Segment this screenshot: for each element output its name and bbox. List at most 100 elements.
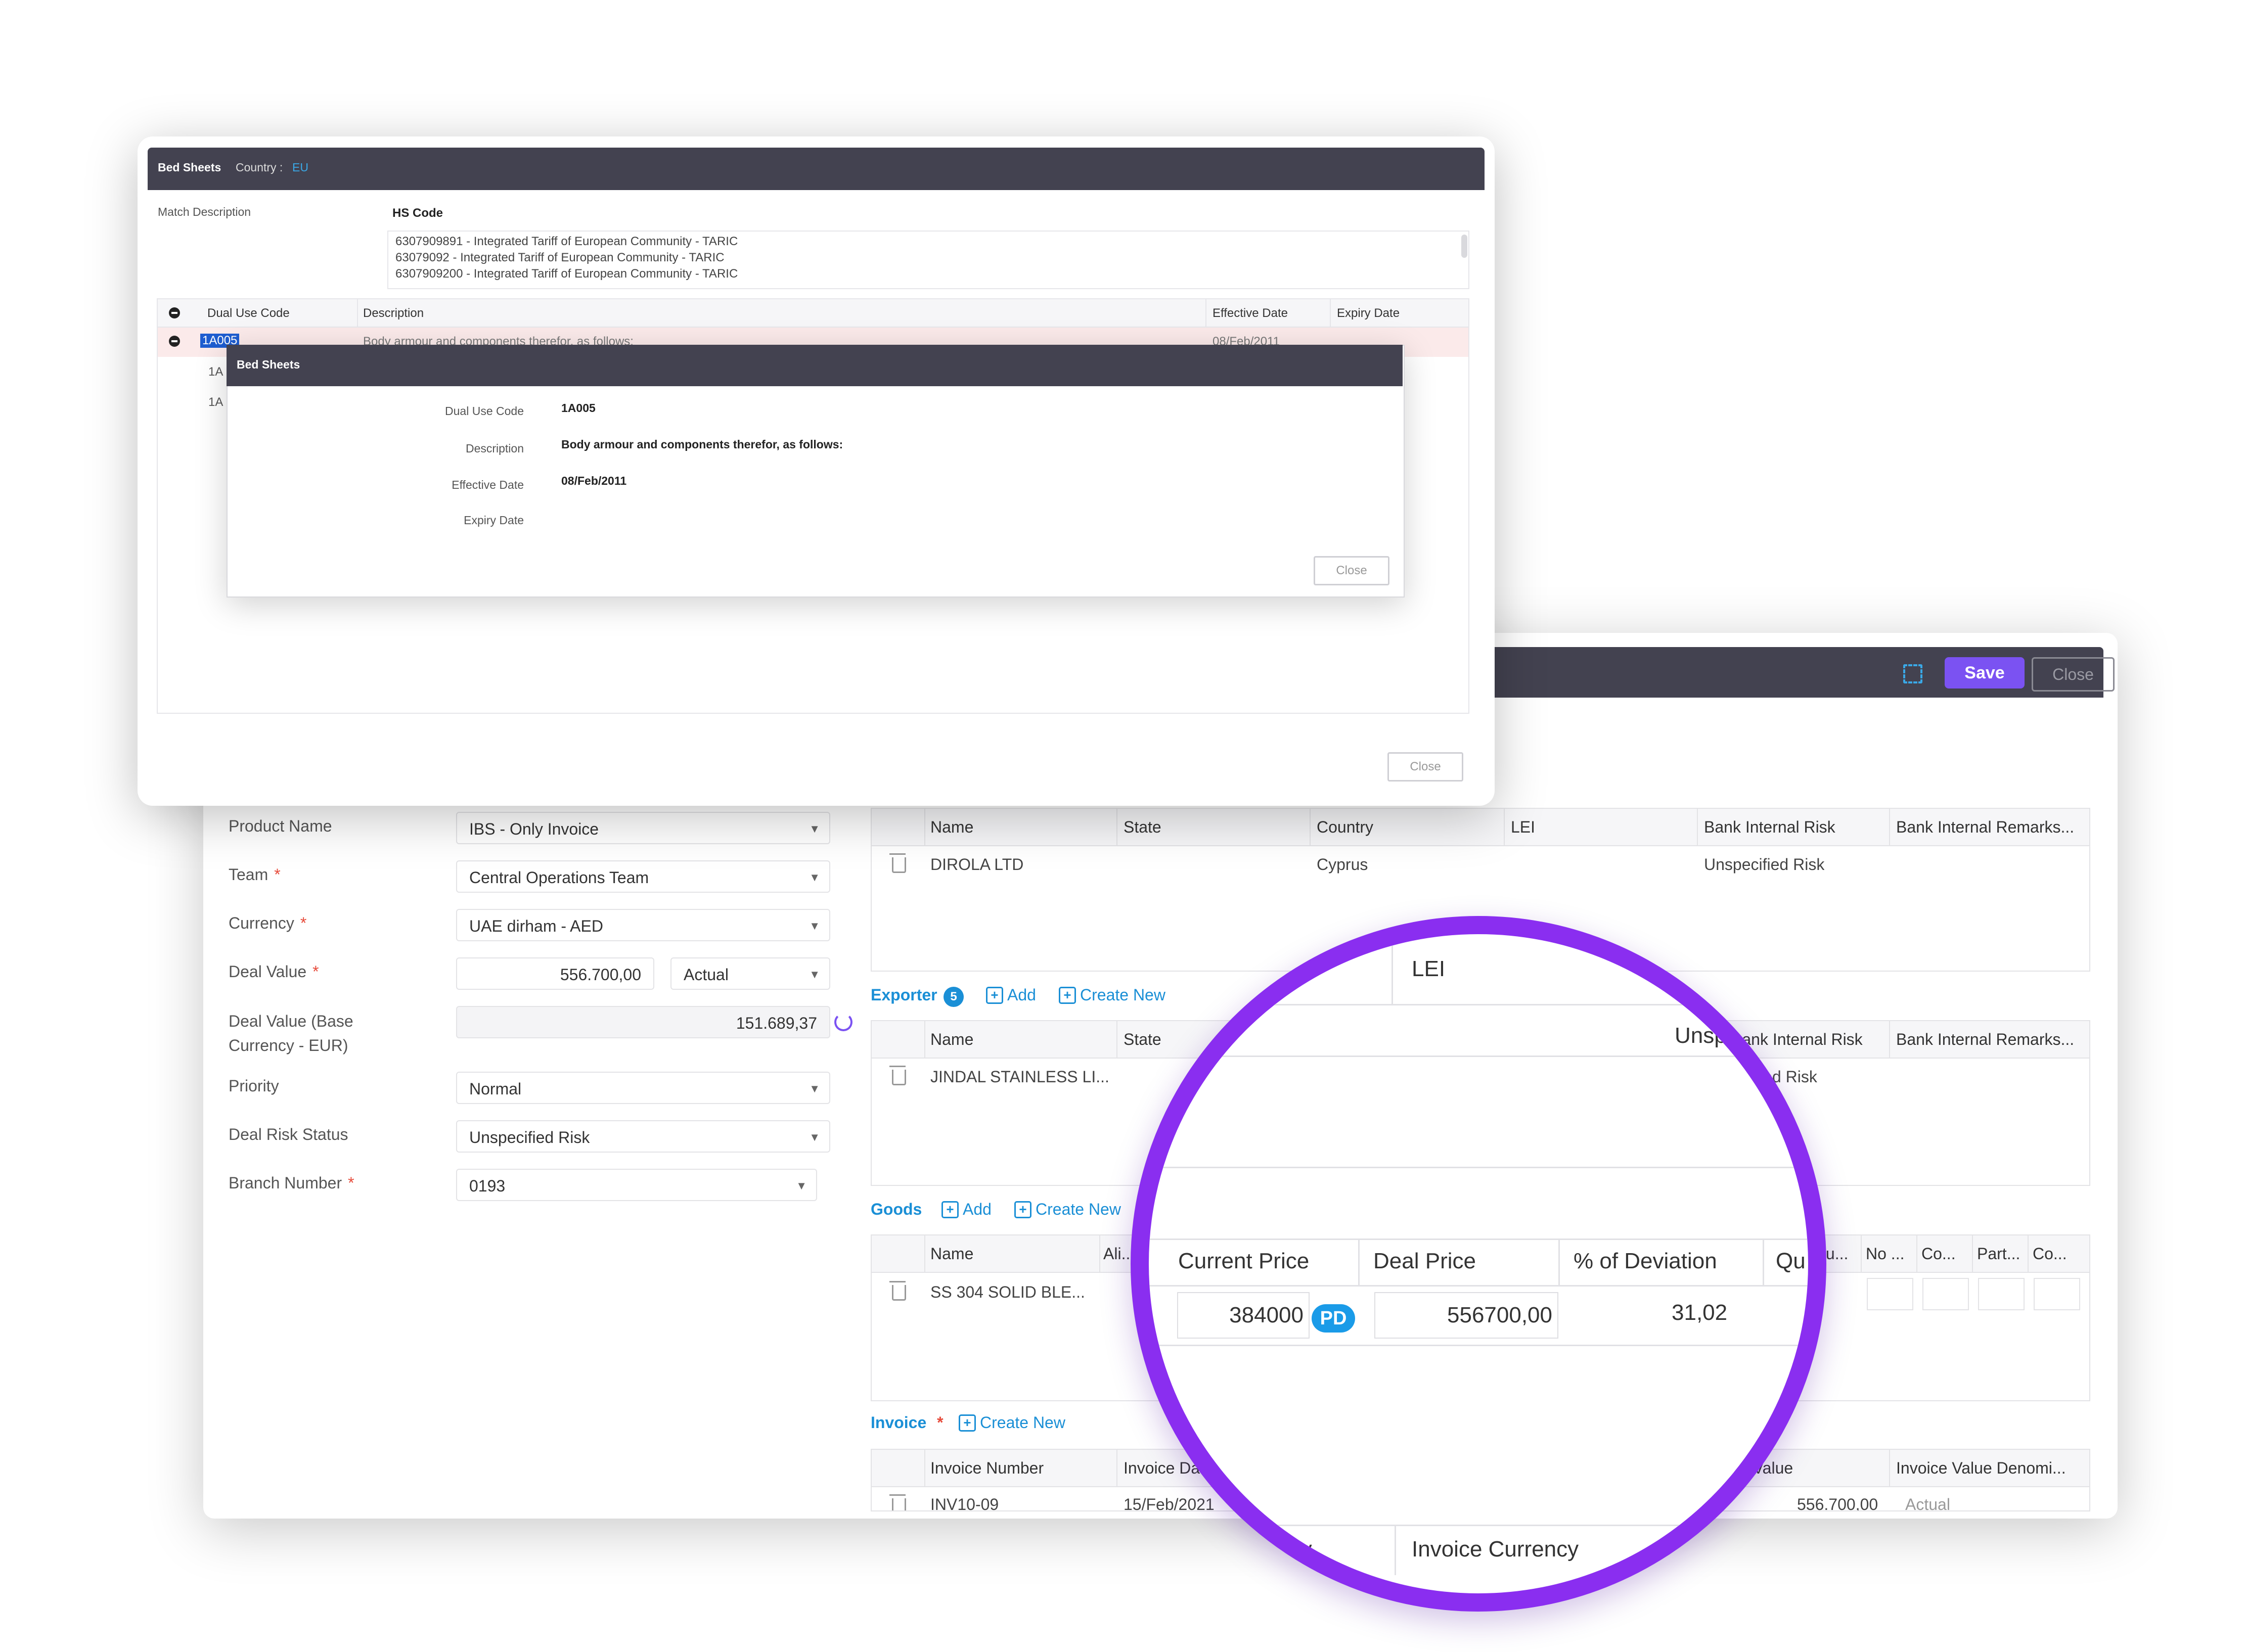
column-header[interactable]: State	[1124, 809, 1161, 845]
trash-icon[interactable]	[889, 1494, 906, 1510]
product-name-select[interactable]: IBS - Only Invoice ▼	[456, 812, 830, 844]
deal-value-base-label: Deal Value (Base Currency - EUR)	[229, 1012, 353, 1054]
table-cell: SS 304 SOLID BLE...	[930, 1283, 1085, 1301]
table-cell: INV10-09	[930, 1495, 999, 1511]
column-header[interactable]: % of Deviation	[1574, 1249, 1717, 1274]
chevron-down-icon: ▼	[809, 1082, 820, 1095]
deal-risk-status-select[interactable]: Unspecified Risk ▼	[456, 1120, 830, 1153]
table-cell: 556.700,00	[1797, 1495, 1878, 1511]
expiry-date-label: Expiry Date	[464, 514, 524, 527]
invoice-column-fragment: ry	[1293, 1537, 1312, 1562]
chevron-down-icon: ▼	[809, 920, 820, 932]
deviation-value: 31,02	[1672, 1300, 1728, 1325]
column-header[interactable]: Current Price	[1178, 1249, 1309, 1274]
branch-number-select[interactable]: 0193 ▼	[456, 1169, 817, 1201]
column-header[interactable]: Bank Internal Remarks...	[1896, 809, 2083, 845]
list-item[interactable]: 6307909200 - Integrated Tariff of Europe…	[395, 267, 738, 281]
column-header[interactable]: Name	[930, 1235, 973, 1272]
column-header[interactable]: Co...	[2033, 1235, 2067, 1272]
deal-value-input[interactable]: 556.700,00	[456, 957, 654, 990]
hs-window-titlebar: Bed Sheets Country : EU	[148, 148, 1485, 190]
effective-date-value: 08/Feb/2011	[561, 474, 627, 487]
goods-part-input[interactable]	[1978, 1278, 2025, 1310]
collapse-row-icon[interactable]	[169, 336, 180, 347]
invoice-create-new-link[interactable]: + Create New	[959, 1413, 1065, 1432]
column-header[interactable]: Bank Internal Remarks...	[1896, 1021, 2083, 1058]
exporter-title: Exporter	[871, 986, 937, 1004]
table-cell: Cyprus	[1317, 855, 1368, 874]
deal-value-type-select[interactable]: Actual ▼	[670, 957, 830, 990]
detail-close-button[interactable]: Close	[1314, 556, 1389, 585]
table-cell: 1A	[208, 365, 223, 379]
effective-date-label: Effective Date	[452, 478, 524, 491]
column-header[interactable]: Co...	[1921, 1235, 1956, 1272]
column-header[interactable]: Name	[930, 809, 973, 845]
trash-icon[interactable]	[889, 1281, 906, 1301]
column-header[interactable]: Qu	[1776, 1249, 1806, 1274]
collapse-all-icon[interactable]	[169, 307, 180, 318]
column-header[interactable]: Name	[930, 1021, 973, 1058]
column-header[interactable]: Invoice Number	[930, 1450, 1044, 1486]
goods-no-input[interactable]	[1867, 1278, 1913, 1310]
team-select[interactable]: Central Operations Team ▼	[456, 860, 830, 893]
column-header[interactable]: No ...	[1866, 1235, 1904, 1272]
table-cell: JINDAL STAINLESS LI...	[930, 1068, 1109, 1086]
hs-code-list[interactable]: 6307909891 - Integrated Tariff of Europe…	[387, 231, 1469, 289]
column-header[interactable]: Part...	[1977, 1235, 2020, 1272]
goods-title: Goods	[871, 1200, 922, 1218]
fullscreen-icon[interactable]	[1903, 664, 1922, 683]
country-value: EU	[292, 161, 308, 174]
table-cell[interactable]: Actual	[1905, 1495, 1950, 1510]
column-header[interactable]: Deal Price	[1373, 1249, 1476, 1274]
column-header[interactable]: Ali...	[1103, 1235, 1135, 1272]
detail-dialog-title: Bed Sheets	[237, 358, 300, 371]
current-price-input[interactable]: 384000	[1177, 1292, 1310, 1339]
close-button[interactable]: Close	[2032, 657, 2115, 692]
table-cell: DIROLA LTD	[930, 855, 1024, 874]
deal-risk-status-value: Unspecified Risk	[469, 1128, 590, 1146]
scrollbar[interactable]	[1461, 235, 1467, 258]
goods-co-input[interactable]	[1922, 1278, 1969, 1310]
column-header[interactable]: State	[1124, 1021, 1161, 1058]
column-header[interactable]: Invoice Value Denomi...	[1896, 1450, 2083, 1486]
deal-risk-status-label: Deal Risk Status	[229, 1125, 348, 1143]
dual-use-code-label: Dual Use Code	[445, 404, 524, 418]
hs-window-title: Bed Sheets	[158, 161, 221, 174]
product-name-label: Product Name	[229, 817, 332, 835]
pd-badge[interactable]: PD	[1312, 1304, 1355, 1333]
hs-close-button[interactable]: Close	[1387, 752, 1463, 782]
chevron-down-icon: ▼	[809, 1131, 820, 1143]
save-button[interactable]: Save	[1945, 657, 2025, 689]
priority-select[interactable]: Normal ▼	[456, 1072, 830, 1104]
column-header[interactable]: Bank Internal Risk	[1704, 809, 1835, 845]
chevron-down-icon: ▼	[809, 822, 820, 835]
column-header[interactable]: LEI	[1511, 809, 1535, 845]
goods-co2-input[interactable]	[2034, 1278, 2080, 1310]
magnifier-zoom: LEI tates Unsp Current Price Deal Price …	[1131, 916, 1826, 1612]
goods-add-link[interactable]: + Add	[941, 1200, 992, 1219]
trash-icon[interactable]	[889, 1066, 906, 1085]
description-value: Body armour and components therefor, as …	[561, 438, 843, 451]
list-item[interactable]: 6307909891 - Integrated Tariff of Europe…	[395, 235, 738, 249]
column-header[interactable]: Expiry Date	[1337, 306, 1400, 320]
invoice-currency-header[interactable]: Invoice Currency	[1412, 1537, 1579, 1562]
goods-create-new-link[interactable]: + Create New	[1014, 1200, 1121, 1219]
column-header[interactable]: Country	[1317, 809, 1373, 845]
deal-value-type: Actual	[684, 966, 729, 984]
deal-price-input[interactable]: 556700,00	[1374, 1292, 1558, 1339]
list-item[interactable]: 63079092 - Integrated Tariff of European…	[395, 251, 725, 265]
match-description-label: Match Description	[158, 205, 251, 218]
column-header[interactable]: Effective Date	[1213, 306, 1288, 320]
exporter-add-link[interactable]: + Add	[986, 986, 1036, 1004]
detail-dialog-titlebar: Bed Sheets	[227, 345, 1403, 386]
currency-select[interactable]: UAE dirham - AED ▼	[456, 909, 830, 941]
chevron-down-icon: ▼	[796, 1179, 807, 1192]
column-header[interactable]: Description	[363, 306, 424, 320]
plus-icon: +	[941, 1201, 959, 1218]
trash-icon[interactable]	[889, 853, 906, 873]
column-header[interactable]: Dual Use Code	[207, 306, 290, 320]
description-label: Description	[465, 442, 524, 455]
unsp-fragment: Unsp	[1675, 1023, 1727, 1048]
refresh-icon[interactable]	[834, 1013, 852, 1031]
exporter-create-new-link[interactable]: + Create New	[1059, 986, 1165, 1004]
